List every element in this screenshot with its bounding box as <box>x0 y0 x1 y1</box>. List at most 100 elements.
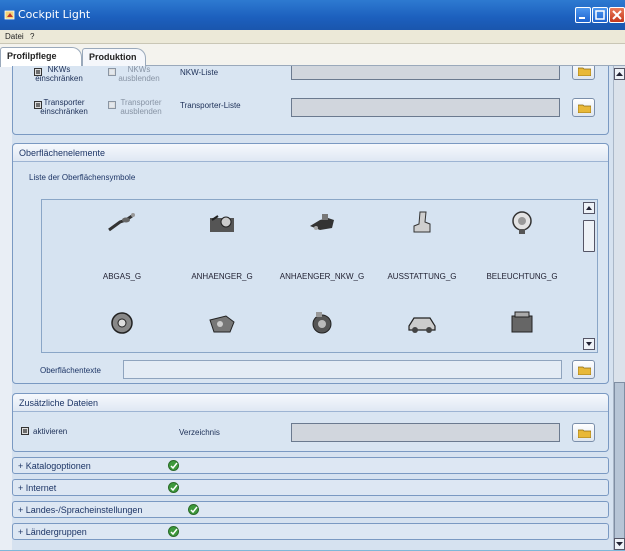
symbol-item[interactable] <box>372 310 472 338</box>
tab-produktion[interactable]: Produktion <box>82 48 146 66</box>
scroll-down-button[interactable] <box>583 338 595 350</box>
symbol-item[interactable] <box>272 310 372 338</box>
exhaust-icon <box>108 213 135 232</box>
section-katalogoptionen[interactable]: + Katalogoptionen <box>12 457 609 474</box>
truck-hitch-icon <box>310 214 334 230</box>
symbol-item[interactable]: BELEUCHTUNG_G <box>472 210 572 281</box>
symbol-item[interactable]: ANHAENGER_NKW_G <box>272 210 372 281</box>
transporter-list-field[interactable] <box>291 98 560 117</box>
arrow-up-icon <box>586 206 592 210</box>
nkw-list-field[interactable] <box>291 66 560 80</box>
activate-label: aktivieren <box>33 427 68 436</box>
additional-files-group: Zusätzliche Dateien aktivieren Verzeichn… <box>12 393 609 452</box>
transporter-list-browse-button[interactable] <box>572 98 595 117</box>
symbol-item[interactable] <box>72 310 172 338</box>
symbol-name: ANHAENGER_G <box>191 272 253 281</box>
symbol-item[interactable] <box>472 310 572 338</box>
minimize-button[interactable] <box>575 7 591 23</box>
surface-texts-browse-button[interactable] <box>572 360 595 379</box>
status-ok-icon <box>188 504 199 515</box>
surface-elements-header[interactable]: Oberflächenelemente <box>13 144 608 162</box>
brake-disc-icon <box>111 312 133 334</box>
directory-label: Verzeichnis <box>179 428 220 437</box>
car-body-icon <box>408 317 436 333</box>
arrow-down-icon <box>616 542 623 546</box>
section-landes-spracheinstellungen[interactable]: + Landes-/Spracheinstellungen <box>12 501 609 518</box>
surface-texts-field[interactable] <box>123 360 562 379</box>
nkw-list-browse-button[interactable] <box>572 66 595 80</box>
symbol-name: AUSSTATTUNG_G <box>387 272 457 281</box>
symbol-item[interactable]: ANHAENGER_G <box>172 210 272 281</box>
surface-elements-group: Oberflächenelemente Liste der Oberfläche… <box>12 143 609 384</box>
car-seat-icon <box>413 211 431 233</box>
section-label: + Katalogoptionen <box>18 461 91 471</box>
vehicle-restriction-group: NKWs einschränken NKWs ausblenden NKW-Li… <box>12 66 609 135</box>
symbol-list[interactable]: ABGAS_G ANHAENGER_G ANHAENGER_NKW_G AUSS… <box>41 199 598 353</box>
symbol-list-label: Liste der Oberflächensymbole <box>29 173 136 182</box>
section-internet[interactable]: + Internet <box>12 479 609 496</box>
nkw-restrict-label-line2: einschränken <box>35 74 83 83</box>
transporter-hide-label: Transporter ausblenden <box>110 98 172 116</box>
nkw-hide-label-line2: ausblenden <box>118 74 160 83</box>
status-ok-icon <box>168 526 179 537</box>
maximize-icon <box>595 10 605 20</box>
app-icon <box>4 10 15 20</box>
nkw-hide-label: NKWs ausblenden <box>108 66 170 83</box>
arrow-up-icon <box>616 72 623 76</box>
section-label: + Internet <box>18 483 57 493</box>
close-icon <box>612 10 622 20</box>
status-ok-icon <box>168 460 179 471</box>
surface-texts-label: Oberflächentexte <box>40 366 101 375</box>
main-scroll-thumb[interactable] <box>614 382 625 542</box>
folder-icon <box>578 429 591 438</box>
symbol-item[interactable] <box>172 310 272 338</box>
section-label: + Landes-/Spracheinstellungen <box>18 505 143 515</box>
section-laendergruppen[interactable]: + Ländergruppen <box>12 523 609 540</box>
main-scrollbar[interactable] <box>613 66 625 550</box>
nkw-restrict-label-line1: NKWs <box>47 66 71 74</box>
transporter-hide-label-line2: ausblenden <box>120 107 162 116</box>
engine-block-icon <box>209 315 235 333</box>
activate-checkbox[interactable] <box>21 427 29 435</box>
transporter-list-label: Transporter-Liste <box>180 101 241 110</box>
scroll-content: NKWs einschränken NKWs ausblenden NKW-Li… <box>12 66 613 550</box>
main-scroll-down-button[interactable] <box>614 538 625 550</box>
menu-bar: Datei ? <box>0 30 625 44</box>
window-title: Cockpit Light <box>18 8 91 21</box>
scroll-thumb[interactable] <box>583 220 595 252</box>
nkw-list-label: NKW-Liste <box>180 68 219 77</box>
additional-files-header[interactable]: Zusätzliche Dateien <box>13 394 608 412</box>
maximize-button[interactable] <box>592 7 608 23</box>
lamp-icon <box>512 211 532 234</box>
title-bar[interactable]: Cockpit Light <box>0 0 625 30</box>
symbol-name: ABGAS_G <box>102 272 142 281</box>
symbol-name: ANHAENGER_NKW_G <box>279 272 365 281</box>
symbol-name: BELEUCHTUNG_G <box>486 272 558 281</box>
symbol-item[interactable]: AUSSTATTUNG_G <box>372 210 472 281</box>
status-ok-icon <box>168 482 179 493</box>
folder-icon <box>578 67 591 76</box>
folder-icon <box>578 104 591 113</box>
tab-profilpflege[interactable]: Profilpflege <box>0 47 82 67</box>
transporter-restrict-label: Transporter einschränken <box>33 98 95 116</box>
symbol-item[interactable]: ABGAS_G <box>72 210 172 281</box>
menu-help[interactable]: ? <box>30 32 34 41</box>
application-window: Cockpit Light Datei ? Profilpflege Produ… <box>0 0 625 550</box>
main-scroll-up-button[interactable] <box>614 68 625 80</box>
nkw-hide-label-line1: NKWs <box>127 66 151 74</box>
clutch-icon <box>312 312 332 334</box>
directory-field[interactable] <box>291 423 560 442</box>
engine-icon <box>511 311 533 333</box>
folder-icon <box>578 366 591 375</box>
arrow-down-icon <box>586 342 592 346</box>
symbol-list-scrollbar[interactable] <box>583 202 595 350</box>
transporter-restrict-label-line1: Transporter <box>43 98 85 107</box>
close-button[interactable] <box>609 7 625 23</box>
nkw-restrict-label: NKWs einschränken <box>29 66 89 83</box>
transporter-restrict-label-line2: einschränken <box>40 107 88 116</box>
scroll-up-button[interactable] <box>583 202 595 214</box>
minimize-icon <box>579 17 585 19</box>
trailer-hitch-icon <box>210 215 234 232</box>
directory-browse-button[interactable] <box>572 423 595 442</box>
menu-datei[interactable]: Datei <box>5 32 24 41</box>
